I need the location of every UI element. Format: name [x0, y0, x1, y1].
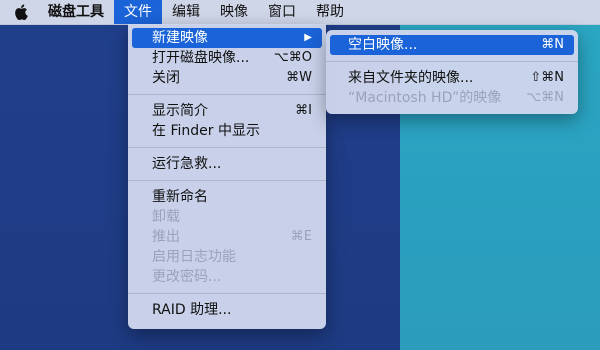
menu-item-close[interactable]: 关闭 ⌘W — [132, 68, 322, 88]
menu-item-get-info[interactable]: 显示简介 ⌘I — [132, 101, 322, 121]
menu-separator — [128, 94, 326, 95]
menu-item-label: “Macintosh HD”的映像 — [348, 90, 502, 106]
submenu-item-image-from-folder[interactable]: 来自文件夹的映像... ⇧⌘N — [330, 68, 574, 88]
menu-item-unmount: 卸载 — [132, 207, 322, 227]
menu-item-label: 推出 — [152, 229, 180, 245]
menu-item-label: 打开磁盘映像... — [152, 50, 250, 66]
submenu-item-blank-image[interactable]: 空白映像... ⌘N — [330, 35, 574, 55]
menu-item-enable-journaling: 启用日志功能 — [132, 247, 322, 267]
submenu-arrow-icon: ▶ — [304, 32, 312, 43]
menu-item-label: 空白映像... — [348, 37, 418, 53]
menu-item-label: 显示简介 — [152, 103, 208, 119]
menu-item-shortcut: ⌥⌘N — [526, 90, 564, 105]
menu-separator — [128, 147, 326, 148]
menubar-image[interactable]: 映像 — [210, 0, 258, 24]
menu-item-label: 卸载 — [152, 209, 180, 225]
menu-item-label: 更改密码... — [152, 269, 222, 285]
menu-item-label: 运行急救... — [152, 156, 222, 172]
menu-item-change-password: 更改密码... — [132, 267, 322, 287]
menu-item-label: 在 Finder 中显示 — [152, 123, 260, 139]
menu-separator — [326, 61, 578, 62]
menu-item-shortcut: ⌘W — [286, 70, 312, 85]
submenu-item-image-from-macintosh-hd: “Macintosh HD”的映像 ⌥⌘N — [330, 88, 574, 108]
menu-separator — [128, 180, 326, 181]
menubar-window[interactable]: 窗口 — [258, 0, 306, 24]
menu-item-raid-assistant[interactable]: RAID 助理... — [132, 300, 322, 320]
menu-item-label: 关闭 — [152, 70, 180, 86]
menu-item-first-aid[interactable]: 运行急救... — [132, 154, 322, 174]
menu-item-label: 启用日志功能 — [152, 249, 236, 265]
menu-item-label: RAID 助理... — [152, 302, 232, 318]
menubar-edit[interactable]: 编辑 — [162, 0, 210, 24]
menu-item-eject: 推出 ⌘E — [132, 227, 322, 247]
menu-item-label: 重新命名 — [152, 189, 208, 205]
menu-item-shortcut: ⌘I — [295, 103, 312, 118]
new-image-submenu: 空白映像... ⌘N 来自文件夹的映像... ⇧⌘N “Macintosh HD… — [326, 30, 578, 114]
menu-item-label: 新建映像 — [152, 30, 208, 46]
menubar-help[interactable]: 帮助 — [306, 0, 354, 24]
menu-item-show-in-finder[interactable]: 在 Finder 中显示 — [132, 121, 322, 141]
menubar-app-name[interactable]: 磁盘工具 — [42, 0, 114, 24]
menubar-file[interactable]: 文件 — [114, 0, 162, 24]
menu-separator — [128, 293, 326, 294]
menu-item-new-image[interactable]: 新建映像 ▶ — [132, 28, 322, 48]
menu-item-shortcut: ⌘N — [541, 37, 564, 52]
menu-bar: 磁盘工具 文件 编辑 映像 窗口 帮助 — [0, 0, 600, 25]
menu-item-shortcut: ⌥⌘O — [273, 50, 312, 65]
menu-item-open-disk-image[interactable]: 打开磁盘映像... ⌥⌘O — [132, 48, 322, 68]
menu-item-shortcut: ⌘E — [290, 229, 312, 244]
menu-item-shortcut: ⇧⌘N — [530, 70, 564, 85]
menu-item-rename[interactable]: 重新命名 — [132, 187, 322, 207]
apple-icon[interactable] — [0, 0, 42, 24]
file-menu: 新建映像 ▶ 打开磁盘映像... ⌥⌘O 关闭 ⌘W 显示简介 ⌘I 在 Fin… — [128, 24, 326, 329]
menu-item-label: 来自文件夹的映像... — [348, 70, 474, 86]
